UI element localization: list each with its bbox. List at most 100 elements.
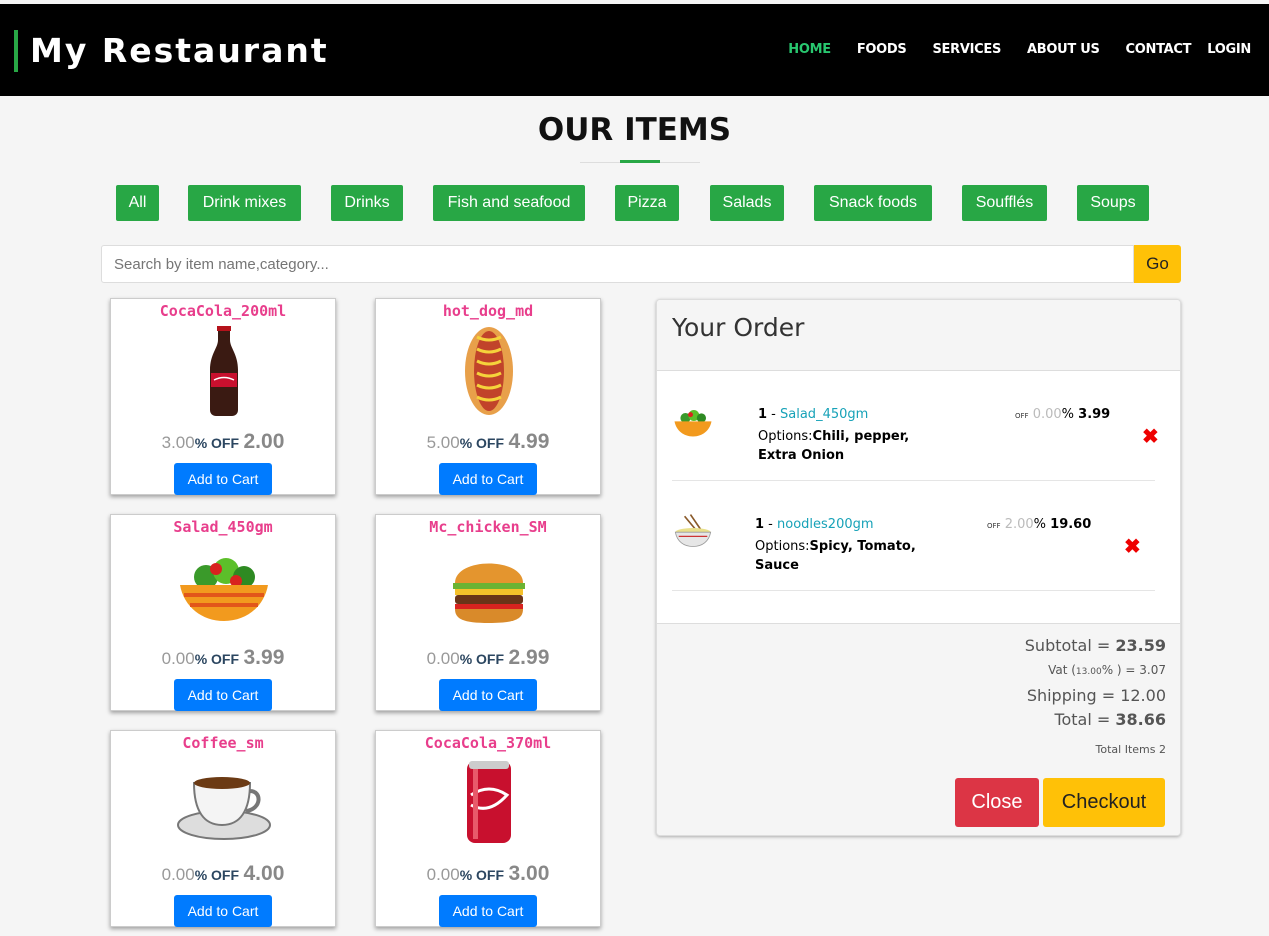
salad-bowl-icon — [180, 558, 268, 621]
category-button-fish-and-seafood[interactable]: Fish and seafood — [433, 185, 585, 221]
category-filter-bar: All Drink mixes Drinks Fish and seafood … — [0, 185, 1269, 221]
category-button-all[interactable]: All — [116, 185, 159, 221]
nav-about-us[interactable]: ABOUT US — [1027, 42, 1100, 57]
brand-logo[interactable]: My Restaurant — [14, 30, 329, 72]
order-item: 1 - noodles200gm Options:Spicy, Tomato, … — [672, 481, 1155, 591]
total-value: 38.66 — [1115, 710, 1166, 729]
checkout-button[interactable]: Checkout — [1043, 778, 1165, 827]
section-title: OUR ITEMS — [537, 112, 732, 148]
product-name: Mc_chicken_SM — [429, 518, 547, 536]
search-input[interactable] — [101, 245, 1134, 283]
add-to-cart-button[interactable]: Add to Cart — [439, 679, 537, 711]
product-discount: 0.00 — [426, 865, 460, 884]
order-item-options: Options:Spicy, Tomato, Sauce — [755, 537, 925, 575]
product-name: hot_dog_md — [442, 302, 534, 320]
burger-icon — [453, 563, 525, 623]
close-button[interactable]: Close — [955, 778, 1039, 827]
coke-can-icon — [467, 761, 511, 843]
product-name: CocaCola_200ml — [159, 302, 287, 320]
main-nav: HOME FOODS SERVICES ABOUT US CONTACT LOG… — [762, 42, 1251, 57]
total-row: Total = 38.66 — [1025, 708, 1166, 732]
product-discount: 0.00 — [161, 865, 195, 884]
product-price-value: 3.00 — [508, 862, 550, 885]
order-item-title: 1 - noodles200gm — [755, 517, 874, 532]
off-label: % OFF — [459, 435, 505, 451]
product-discount: 0.00 — [161, 649, 195, 668]
nav-contact[interactable]: CONTACT — [1126, 42, 1192, 57]
category-button-snack-foods[interactable]: Snack foods — [814, 185, 932, 221]
total-items-label: Total Items — [1095, 743, 1159, 756]
order-item-qty: 1 — [755, 517, 765, 532]
order-title: Your Order — [672, 313, 805, 342]
add-to-cart-button[interactable]: Add to Cart — [439, 463, 537, 495]
order-item-options: Options:Chili, pepper, Extra Onion — [758, 427, 928, 465]
order-item-name[interactable]: noodles200gm — [777, 517, 874, 532]
product-card: hot_dog_md 5.00% OFF 4.99 Add to Cart — [375, 298, 601, 495]
noodle-bowl-icon — [674, 514, 712, 547]
off-label: OFF — [1015, 412, 1029, 420]
product-name: CocaCola_370ml — [424, 734, 552, 752]
add-to-cart-button[interactable]: Add to Cart — [174, 463, 272, 495]
product-name: Salad_450gm — [173, 518, 273, 536]
order-item-title: 1 - Salad_450gm — [758, 407, 868, 422]
product-card: CocaCola_370ml 0.00% OFF 3.00 Add to Car… — [375, 730, 601, 927]
nav-services[interactable]: SERVICES — [932, 42, 1001, 57]
product-price-value: 4.99 — [508, 430, 550, 453]
total-items-value: 2 — [1159, 743, 1166, 756]
product-price-value: 3.99 — [243, 646, 285, 669]
salad-bowl-icon — [674, 410, 712, 437]
vat-rate: 13.00 — [1075, 667, 1102, 677]
vat-row: Vat (13.00% ) = 3.07 — [1025, 658, 1166, 684]
product-discount: 3.00 — [161, 433, 195, 452]
order-footer: Subtotal = 23.59 Vat (13.00% ) = 3.07 Sh… — [657, 623, 1180, 835]
off-label: % OFF — [194, 867, 240, 883]
order-item-price: OFF 2.00% 19.60 — [987, 517, 1091, 532]
product-card: Salad_450gm 0.00% OFF 3.99 Add to Cart — [110, 514, 336, 711]
add-to-cart-button[interactable]: Add to Cart — [174, 895, 272, 927]
off-label: % OFF — [194, 651, 240, 667]
order-item-amount: 19.60 — [1050, 517, 1092, 532]
product-price: 0.00% OFF 3.00 — [376, 862, 600, 886]
order-item-sep: - — [764, 517, 778, 532]
nav-home[interactable]: HOME — [788, 42, 831, 57]
off-label: % OFF — [459, 867, 505, 883]
shipping-row: Shipping = 12.00 — [1025, 684, 1166, 708]
percent-sign: % — [1033, 517, 1047, 532]
search-go-button[interactable]: Go — [1134, 245, 1181, 283]
hot-dog-icon — [465, 327, 513, 415]
order-item-name[interactable]: Salad_450gm — [780, 407, 868, 422]
order-item-qty: 1 — [758, 407, 768, 422]
order-totals: Subtotal = 23.59 Vat (13.00% ) = 3.07 Sh… — [1025, 634, 1166, 762]
product-price: 0.00% OFF 3.99 — [111, 646, 335, 670]
order-item-sep: - — [767, 407, 781, 422]
product-card: Mc_chicken_SM 0.00% OFF 2.99 Add to Cart — [375, 514, 601, 711]
category-button-drink-mixes[interactable]: Drink mixes — [188, 185, 301, 221]
add-to-cart-button[interactable]: Add to Cart — [174, 679, 272, 711]
remove-item-icon[interactable]: ✖ — [1142, 424, 1159, 449]
order-header: Your Order — [657, 300, 1180, 371]
remove-item-icon[interactable]: ✖ — [1124, 534, 1141, 559]
category-button-pizza[interactable]: Pizza — [615, 185, 679, 221]
top-navbar: My Restaurant HOME FOODS SERVICES ABOUT … — [0, 4, 1269, 96]
product-price-value: 2.00 — [243, 430, 285, 453]
product-card: Coffee_sm 0.00% OFF 4.00 Add to Cart — [110, 730, 336, 927]
category-button-drinks[interactable]: Drinks — [331, 185, 403, 221]
nav-login[interactable]: LOGIN — [1207, 42, 1251, 57]
nav-foods[interactable]: FOODS — [857, 42, 907, 57]
off-label: % OFF — [194, 435, 240, 451]
subtotal-value: 23.59 — [1115, 636, 1166, 655]
product-price: 0.00% OFF 2.99 — [376, 646, 600, 670]
category-button-soups[interactable]: Soups — [1077, 185, 1149, 221]
order-panel: Your Order 1 - Salad_450gm Options:Chili… — [656, 299, 1181, 836]
add-to-cart-button[interactable]: Add to Cart — [439, 895, 537, 927]
order-item-price: OFF 0.00% 3.99 — [1015, 407, 1110, 422]
total-items-row: Total Items 2 — [1025, 738, 1166, 762]
order-item-discount: 2.00 — [1004, 517, 1034, 532]
coke-bottle-icon — [210, 326, 238, 416]
product-price-value: 2.99 — [508, 646, 550, 669]
subtotal-row: Subtotal = 23.59 — [1025, 634, 1166, 658]
order-item: 1 - Salad_450gm Options:Chili, pepper, E… — [672, 371, 1159, 481]
shipping-label: Shipping = — [1026, 686, 1121, 705]
category-button-souffles[interactable]: Soufflés — [962, 185, 1047, 221]
category-button-salads[interactable]: Salads — [710, 185, 784, 221]
